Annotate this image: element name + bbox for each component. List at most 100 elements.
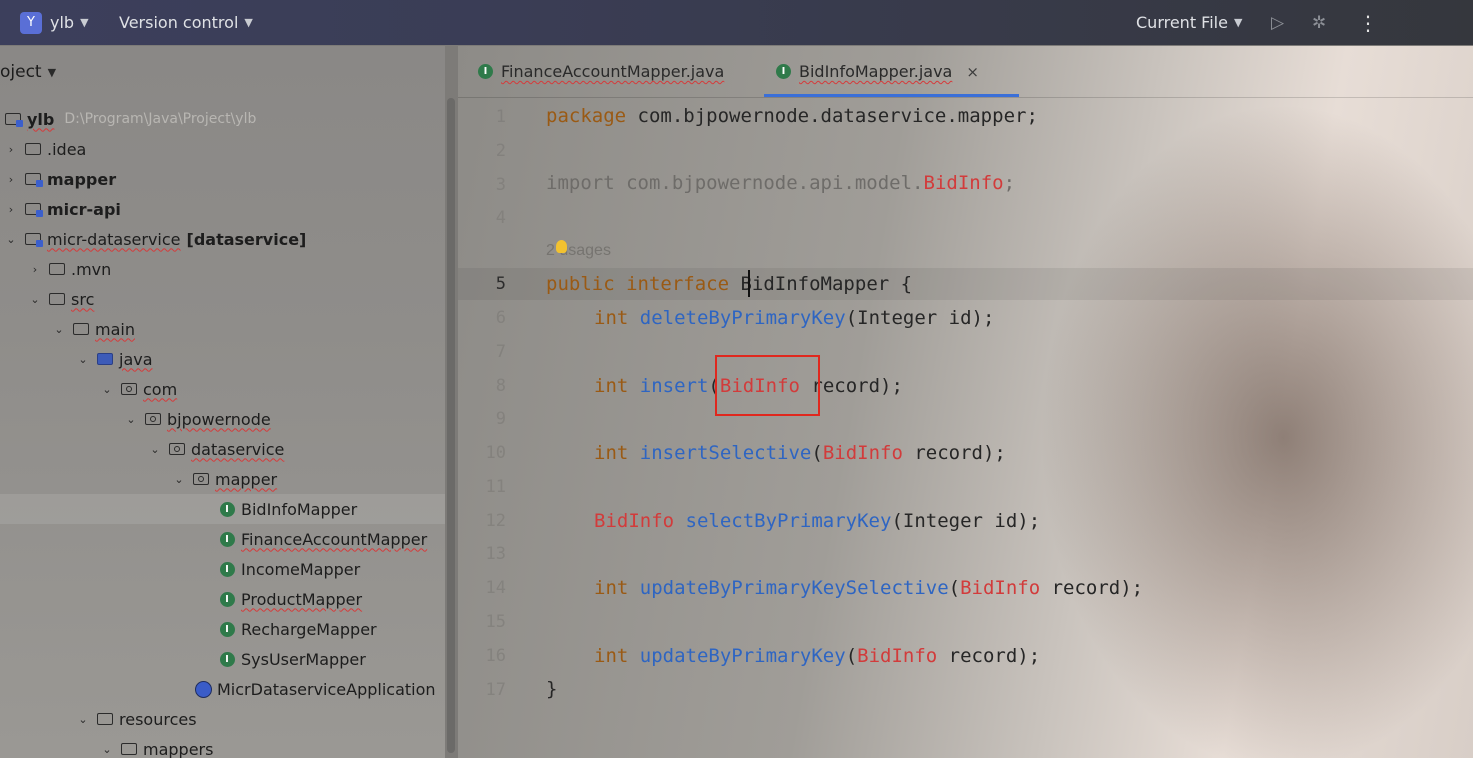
line-number: 6 (495, 308, 506, 328)
interface-icon: I (219, 591, 235, 607)
interface-icon: I (219, 621, 235, 637)
tree-item-label: RechargeMapper (241, 619, 377, 639)
code-line-17[interactable]: } (546, 678, 557, 700)
code-class-error: BidInfo (822, 442, 903, 464)
line-number: 9 (495, 409, 506, 429)
code-keyword: import (546, 172, 615, 194)
chevron-down-icon: ⌄ (78, 712, 88, 726)
tree-item-label: MicrDataserviceApplication (217, 679, 436, 699)
line-number: 14 (485, 578, 506, 598)
tree-item-label: bjpowernode (167, 409, 271, 429)
chevron-down-icon: ⌄ (54, 322, 64, 336)
code-keyword: int (594, 645, 629, 667)
tree-item-label: BidInfoMapper (241, 499, 358, 519)
run-config-selector[interactable]: Current File ▼ (1136, 0, 1242, 45)
code-line-6[interactable]: int deleteByPrimaryKey(Integer id); (594, 307, 994, 329)
code-line-3[interactable]: import com.bjpowernode.api.model.BidInfo… (546, 172, 1015, 194)
tree-item-label: micr-api (47, 199, 121, 219)
project-panel-title: oject (0, 62, 42, 82)
code-method: insertSelective (639, 442, 812, 464)
tree-item-bjpowernode[interactable]: ⌄ bjpowernode (0, 404, 445, 434)
tree-item-dataservice[interactable]: ⌄ dataservice (0, 434, 445, 464)
debug-button[interactable]: ✲ (1312, 0, 1326, 45)
chevron-down-icon: ⌄ (78, 352, 88, 366)
tree-item-label: mappers (143, 739, 214, 758)
spring-app-icon (194, 680, 212, 698)
code-line-5[interactable]: public interface BidInfoMapper { (546, 273, 912, 295)
code-editor[interactable]: I FinanceAccountMapper.java I BidInfoMap… (458, 46, 1473, 758)
tree-item-mapper-package[interactable]: ⌄ mapper (0, 464, 445, 494)
tab-financeaccountmapper[interactable]: I FinanceAccountMapper.java (478, 46, 724, 97)
tree-item-com[interactable]: ⌄ com (0, 374, 445, 404)
chevron-down-icon: ⌄ (150, 442, 160, 456)
line-number: 16 (485, 646, 506, 666)
vcs-menu[interactable]: Version control ▼ (119, 0, 253, 45)
title-bar: Y ylb ▼ Version control ▼ Current File ▼… (0, 0, 1473, 45)
line-number: 15 (485, 612, 506, 632)
project-switcher[interactable]: Y ylb ▼ (20, 0, 89, 45)
line-number: 4 (495, 208, 506, 228)
highlight-annotation-box (715, 355, 820, 416)
code-keyword: int (594, 375, 629, 397)
tree-item-mapper-module[interactable]: › mapper (0, 164, 445, 194)
code-class-error: BidInfo (923, 172, 1004, 194)
tree-item-src[interactable]: ⌄ src (0, 284, 445, 314)
chevron-down-icon: ▼ (244, 16, 253, 29)
run-button[interactable]: ▷ (1271, 0, 1284, 45)
code-text: ( (948, 577, 961, 599)
run-config-label: Current File (1136, 13, 1228, 32)
tree-item-micrdataserviceapplication[interactable]: MicrDataserviceApplication (0, 674, 445, 704)
debug-icon: ✲ (1312, 12, 1327, 33)
tree-item-label: .mvn (71, 259, 112, 279)
lightbulb-icon[interactable] (556, 240, 567, 253)
code-line-16[interactable]: int updateByPrimaryKey(BidInfo record); (594, 645, 1040, 667)
tree-item-main[interactable]: ⌄ main (0, 314, 445, 344)
chevron-down-icon: ▼ (1233, 16, 1243, 29)
tree-item-label: resources (119, 709, 197, 729)
tree-item-productmapper[interactable]: I ProductMapper (0, 584, 445, 614)
tree-item-resources[interactable]: ⌄ resources (0, 704, 445, 734)
tree-item-mappers[interactable]: ⌄ mappers (0, 734, 445, 758)
code-line-1[interactable]: package com.bjpowernode.dataservice.mapp… (546, 105, 1038, 127)
chevron-right-icon: › (8, 202, 14, 216)
interface-icon: I (219, 531, 235, 547)
code-text: ( (811, 442, 823, 464)
chevron-down-icon: ⌄ (126, 412, 136, 426)
chevron-right-icon: › (8, 142, 14, 156)
interface-icon: I (478, 64, 493, 79)
tree-item-java[interactable]: ⌄ java (0, 344, 445, 374)
tree-item-label: com (143, 379, 178, 399)
chevron-right-icon: › (8, 172, 14, 186)
chevron-down-icon: ⌄ (102, 742, 112, 756)
line-number-current: 5 (495, 274, 506, 294)
code-line-10[interactable]: int insertSelective(BidInfo record); (594, 442, 1006, 464)
editor-tabs: I FinanceAccountMapper.java I BidInfoMap… (458, 46, 1473, 98)
tree-item-micr-dataservice[interactable]: ⌄ micr-dataservice [dataservice] (0, 224, 445, 254)
close-icon[interactable]: × (966, 63, 979, 81)
code-method: insert (639, 375, 709, 397)
tab-bidinfomapper[interactable]: I BidInfoMapper.java × (764, 46, 1019, 97)
code-keyword: int (594, 577, 629, 599)
tree-item-label: SysUserMapper (241, 649, 366, 669)
more-button[interactable]: ⋮ (1358, 0, 1378, 45)
tree-item-sysusermapper[interactable]: I SysUserMapper (0, 644, 445, 674)
tree-item-bidinfomapper[interactable]: I BidInfoMapper (0, 494, 445, 524)
line-number: 17 (485, 680, 506, 700)
code-keyword: interface (614, 273, 741, 295)
tree-item-micr-api[interactable]: › micr-api (0, 194, 445, 224)
tree-item-ylb[interactable]: ylb D:\Program\Java\Project\ylb (0, 104, 445, 134)
code-text: com.bjpowernode.api.model. (614, 172, 924, 194)
code-line-12[interactable]: BidInfo selectByPrimaryKey(Integer id); (594, 510, 1040, 532)
tree-item-rechargemapper[interactable]: I RechargeMapper (0, 614, 445, 644)
interface-icon: I (219, 651, 235, 667)
tree-item-mvn[interactable]: › .mvn (0, 254, 445, 284)
tree-item-incomemapper[interactable]: I IncomeMapper (0, 554, 445, 584)
code-keyword: int (594, 442, 629, 464)
project-panel-header[interactable]: oject ▼ (0, 60, 56, 84)
code-keyword: int (594, 307, 629, 329)
tree-item-financeaccountmapper[interactable]: I FinanceAccountMapper (0, 524, 445, 554)
code-line-14[interactable]: int updateByPrimaryKeySelective(BidInfo … (594, 577, 1143, 599)
tree-item-idea[interactable]: › .idea (0, 134, 445, 164)
code-method: updateByPrimaryKey (639, 645, 846, 667)
project-panel-scrollbar[interactable] (447, 98, 455, 753)
